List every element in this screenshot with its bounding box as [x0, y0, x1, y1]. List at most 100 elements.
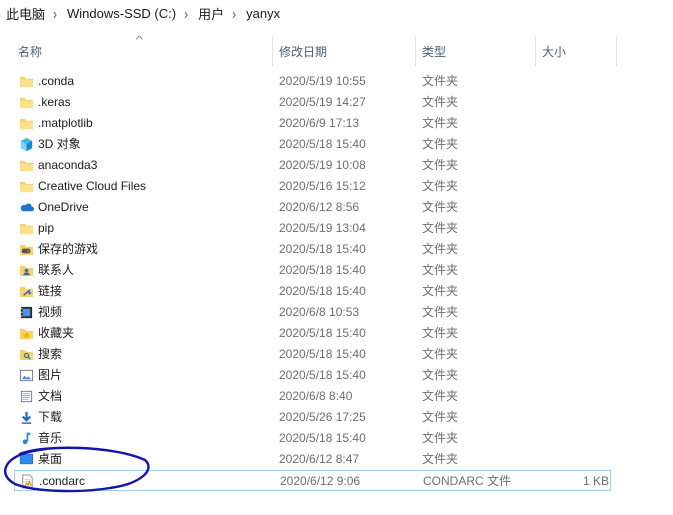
- file-name: .matplotlib: [38, 116, 93, 130]
- onedrive-icon: [19, 200, 34, 215]
- column-header-type[interactable]: 类型: [416, 36, 536, 66]
- file-type: 文件夹: [422, 179, 459, 193]
- file-type: 文件夹: [422, 410, 459, 424]
- file-type: 文件夹: [422, 242, 459, 256]
- file-date: 2020/5/19 13:04: [279, 221, 366, 235]
- file-row[interactable]: 3D 对象 2020/5/18 15:40 文件夹: [14, 134, 611, 155]
- folder-icon: [19, 74, 34, 89]
- file-name: .conda: [38, 74, 75, 88]
- file-type: 文件夹: [422, 137, 459, 151]
- breadcrumb-users[interactable]: 用户: [192, 4, 228, 23]
- file-name: anaconda3: [38, 158, 98, 172]
- file-row[interactable]: 音乐 2020/5/18 15:40 文件夹: [14, 428, 611, 449]
- file-date: 2020/6/12 9:06: [280, 474, 361, 488]
- file-row[interactable]: 链接 2020/5/18 15:40 文件夹: [14, 281, 611, 302]
- column-header-size[interactable]: 大小: [536, 36, 617, 66]
- folder-icon: [19, 116, 34, 131]
- file-row[interactable]: 搜索 2020/5/18 15:40 文件夹: [14, 344, 611, 365]
- file-name: 收藏夹: [38, 326, 75, 340]
- file-type: 文件夹: [422, 368, 459, 382]
- file-size: [554, 113, 608, 134]
- saved-games-icon: [19, 242, 34, 257]
- file-name: 链接: [38, 284, 63, 298]
- file-date: 2020/5/18 15:40: [279, 284, 366, 298]
- file-row[interactable]: 图片 2020/5/18 15:40 文件夹: [14, 365, 611, 386]
- file-date: 2020/6/12 8:47: [279, 452, 360, 466]
- file-name: Creative Cloud Files: [38, 179, 147, 193]
- file-row[interactable]: .condarc 2020/6/12 9:06 CONDARC 文件 1 KB: [14, 470, 611, 491]
- file-row[interactable]: pip 2020/5/19 13:04 文件夹: [14, 218, 611, 239]
- file-date: 2020/5/18 15:40: [279, 326, 366, 340]
- file-type: 文件夹: [422, 200, 459, 214]
- file-row[interactable]: anaconda3 2020/5/19 10:08 文件夹: [14, 155, 611, 176]
- pictures-icon: [19, 368, 34, 383]
- file-row[interactable]: 保存的游戏 2020/5/18 15:40 文件夹: [14, 239, 611, 260]
- file-name: 下载: [38, 410, 63, 424]
- file-name: OneDrive: [38, 200, 89, 214]
- file-name: 视频: [38, 305, 63, 319]
- file-row[interactable]: Creative Cloud Files 2020/5/16 15:12 文件夹: [14, 176, 611, 197]
- file-row[interactable]: .keras 2020/5/19 14:27 文件夹: [14, 92, 611, 113]
- file-size: [554, 176, 608, 197]
- file-name: 图片: [38, 368, 63, 382]
- file-type: CONDARC 文件: [423, 474, 512, 488]
- file-type: 文件夹: [422, 158, 459, 172]
- file-row[interactable]: 收藏夹 2020/5/18 15:40 文件夹: [14, 323, 611, 344]
- file-size: [554, 428, 608, 449]
- documents-icon: [19, 389, 34, 404]
- breadcrumb-separator-icon[interactable]: ›: [228, 4, 240, 22]
- file-date: 2020/6/12 8:56: [279, 200, 360, 214]
- folder-icon: [19, 95, 34, 110]
- breadcrumb: 此电脑 › Windows-SSD (C:) › 用户 › yanyx: [0, 0, 673, 27]
- file-name: 音乐: [38, 431, 63, 445]
- file-date: 2020/5/18 15:40: [279, 263, 366, 277]
- music-icon: [19, 431, 34, 446]
- file-size: [554, 239, 608, 260]
- column-header-date[interactable]: 修改日期: [273, 36, 416, 66]
- file-name: 联系人: [38, 263, 75, 277]
- breadcrumb-yanyx[interactable]: yanyx: [240, 6, 284, 21]
- file-date: 2020/5/18 15:40: [279, 137, 366, 151]
- file-date: 2020/5/18 15:40: [279, 242, 366, 256]
- file-date: 2020/5/19 14:27: [279, 95, 366, 109]
- file-size: [554, 134, 608, 155]
- file-date: 2020/5/18 15:40: [279, 431, 366, 445]
- file-row[interactable]: 文档 2020/6/8 8:40 文件夹: [14, 386, 611, 407]
- file-row[interactable]: 桌面 2020/6/12 8:47 文件夹: [14, 449, 611, 470]
- column-header-bar: ^ 名称 修改日期 类型 大小: [0, 35, 673, 66]
- file-date: 2020/5/26 17:25: [279, 410, 366, 424]
- favorites-icon: [19, 326, 34, 341]
- file-date: 2020/5/16 15:12: [279, 179, 366, 193]
- file-size: [554, 365, 608, 386]
- file-size: [554, 155, 608, 176]
- file-size: [554, 407, 608, 428]
- breadcrumb-this-pc[interactable]: 此电脑: [0, 4, 49, 23]
- file-type: 文件夹: [422, 347, 459, 361]
- column-header-name[interactable]: 名称: [12, 36, 273, 66]
- file-row[interactable]: OneDrive 2020/6/12 8:56 文件夹: [14, 197, 611, 218]
- breadcrumb-c-drive[interactable]: Windows-SSD (C:): [61, 6, 180, 21]
- file-type: 文件夹: [422, 284, 459, 298]
- file-row[interactable]: .matplotlib 2020/6/9 17:13 文件夹: [14, 113, 611, 134]
- file-size: [554, 92, 608, 113]
- file-date: 2020/5/19 10:08: [279, 158, 366, 172]
- searches-icon: [19, 347, 34, 362]
- file-name: 3D 对象: [38, 137, 81, 151]
- folder-icon: [19, 221, 34, 236]
- file-type: 文件夹: [422, 305, 459, 319]
- file-name: 桌面: [38, 452, 63, 466]
- file-row[interactable]: .conda 2020/5/19 10:55 文件夹: [14, 71, 611, 92]
- file-row[interactable]: 视频 2020/6/8 10:53 文件夹: [14, 302, 611, 323]
- file-date: 2020/6/9 17:13: [279, 116, 360, 130]
- file-type: 文件夹: [422, 74, 459, 88]
- file-row[interactable]: 下载 2020/5/26 17:25 文件夹: [14, 407, 611, 428]
- 3d-objects-icon: [19, 137, 34, 152]
- file-row[interactable]: 联系人 2020/5/18 15:40 文件夹: [14, 260, 611, 281]
- file-name: .condarc: [39, 474, 86, 488]
- breadcrumb-separator-icon[interactable]: ›: [49, 4, 61, 22]
- file-type: 文件夹: [422, 263, 459, 277]
- file-type: 文件夹: [422, 389, 459, 403]
- folder-icon: [19, 179, 34, 194]
- downloads-icon: [19, 410, 34, 425]
- breadcrumb-separator-icon[interactable]: ›: [180, 4, 192, 22]
